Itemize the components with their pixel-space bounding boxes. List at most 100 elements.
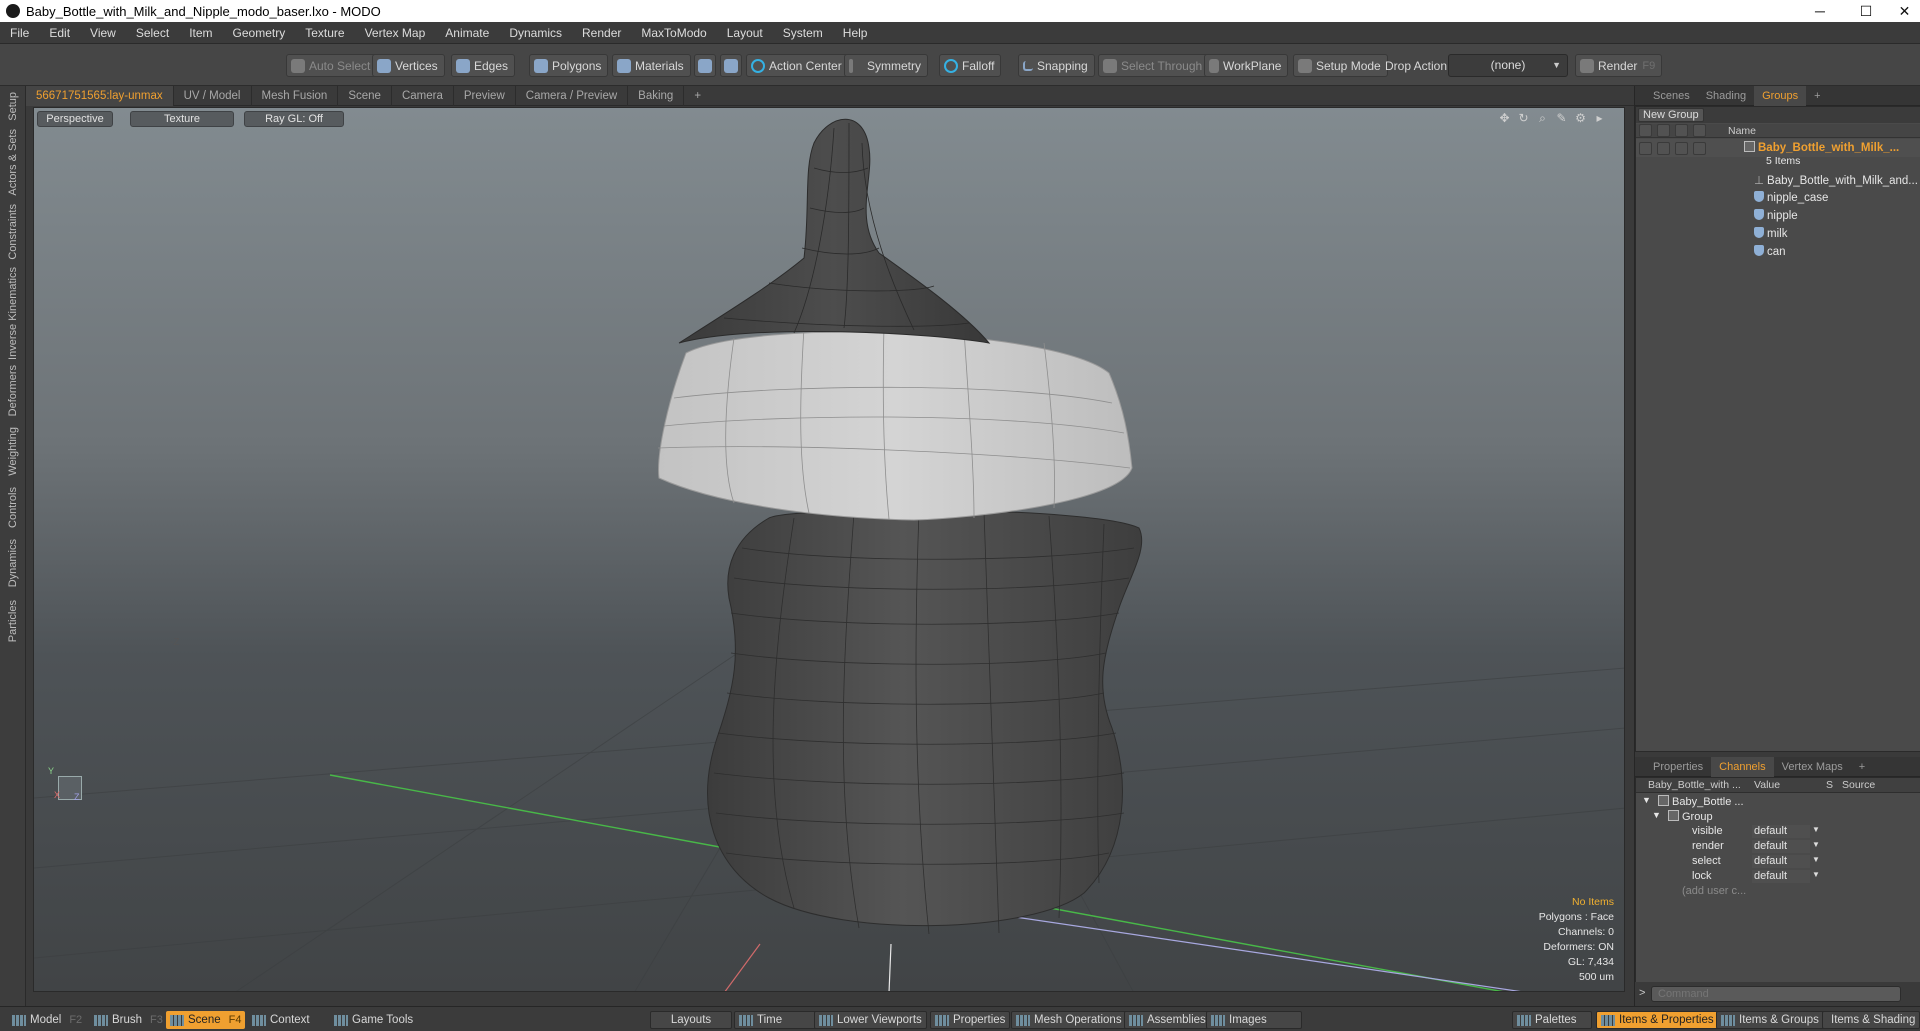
menu-maxtomodo[interactable]: MaxToModo [631, 26, 716, 40]
items-shading-button[interactable]: Items & Shading [1822, 1011, 1920, 1029]
images-button[interactable]: Images [1206, 1011, 1302, 1029]
items-properties-button[interactable]: Items & Properties [1596, 1011, 1719, 1029]
menu-help[interactable]: Help [833, 26, 878, 40]
add-panel-tab-button[interactable]: + [1851, 757, 1873, 777]
raygl-button[interactable]: Ray GL: Off [244, 111, 344, 127]
tab-preview[interactable]: Preview [454, 85, 516, 106]
items-groups-button[interactable]: Items & Groups [1716, 1011, 1824, 1029]
tab-layout-unmax[interactable]: 56671751565:lay-unmax [26, 85, 174, 106]
maximize-button[interactable]: ☐ [1843, 0, 1889, 22]
channel-row[interactable]: render default ▼ [1636, 839, 1920, 854]
add-tab-button[interactable]: + [684, 86, 711, 106]
materials-button[interactable]: Materials [612, 54, 691, 77]
list-item[interactable]: nipple_case [1636, 189, 1920, 207]
menu-animate[interactable]: Animate [435, 26, 499, 40]
channel-value[interactable]: default [1752, 870, 1810, 883]
symmetry-button[interactable]: Symmetry [844, 54, 928, 77]
gear-icon[interactable]: ⚙ [1574, 112, 1587, 125]
list-item[interactable]: milk [1636, 225, 1920, 243]
view-perspective-button[interactable]: Perspective [37, 111, 113, 127]
tab-inverse-kinematics[interactable]: Inverse Kinematics [3, 266, 23, 360]
setup-mode-button[interactable]: Setup Mode [1293, 54, 1388, 77]
menu-item[interactable]: Item [179, 26, 222, 40]
polygons-button[interactable]: Polygons [529, 54, 609, 77]
zoom-icon[interactable]: ⌕ [1536, 112, 1549, 125]
chevron-down-icon[interactable]: ▼ [1812, 870, 1820, 879]
item-mode-button[interactable] [694, 54, 716, 77]
element-mode-button[interactable] [720, 54, 742, 77]
tab-actors-sets[interactable]: Actors & Sets [3, 126, 23, 198]
channel-group-row[interactable]: ▼ Group [1636, 809, 1920, 824]
action-center-button[interactable]: Action Center [746, 54, 849, 77]
menu-file[interactable]: File [0, 26, 39, 40]
command-input[interactable] [1651, 986, 1901, 1002]
tab-vertex-maps[interactable]: Vertex Maps [1774, 757, 1851, 777]
time-button[interactable]: Time [734, 1011, 818, 1029]
menu-system[interactable]: System [773, 26, 833, 40]
tab-shading[interactable]: Shading [1698, 86, 1754, 106]
channel-value[interactable]: default [1752, 825, 1810, 838]
chevron-down-icon[interactable]: ▼ [1812, 840, 1820, 849]
tab-groups[interactable]: Groups [1754, 85, 1807, 106]
3d-viewport[interactable]: Perspective Texture Ray GL: Off ✥ ↻ ⌕ ✎ … [33, 107, 1625, 992]
assemblies-button[interactable]: Assemblies [1124, 1011, 1211, 1029]
select-through-button[interactable]: Select Through [1098, 54, 1210, 77]
pan-icon[interactable]: ✥ [1498, 112, 1511, 125]
tab-mesh-fusion[interactable]: Mesh Fusion [252, 85, 339, 106]
expand-arrow-icon[interactable]: ▸ [1593, 112, 1606, 125]
close-button[interactable]: ✕ [1889, 0, 1920, 22]
layout-game-tools-button[interactable]: Game Tools [330, 1011, 417, 1029]
chevron-down-icon[interactable]: ▼ [1812, 825, 1820, 834]
palettes-button[interactable]: Palettes [1512, 1011, 1592, 1029]
tab-particles[interactable]: Particles [3, 594, 23, 648]
shading-texture-button[interactable]: Texture [130, 111, 234, 127]
tab-controls[interactable]: Controls [3, 482, 23, 532]
menu-render[interactable]: Render [572, 26, 631, 40]
vertices-button[interactable]: Vertices [372, 54, 445, 77]
tab-uv-model[interactable]: UV / Model [174, 85, 252, 106]
auto-select-button[interactable]: Auto Select [286, 54, 378, 77]
properties-button[interactable]: Properties [930, 1011, 1011, 1029]
collapse-arrow-icon[interactable]: ▼ [1642, 795, 1651, 805]
tab-constraints[interactable]: Constraints [3, 200, 23, 264]
channel-row[interactable]: visible default ▼ [1636, 824, 1920, 839]
menu-vertex-map[interactable]: Vertex Map [355, 26, 436, 40]
edges-button[interactable]: Edges [451, 54, 516, 77]
tab-camera[interactable]: Camera [392, 85, 454, 106]
drop-action-select[interactable]: (none) ▼ [1448, 54, 1568, 77]
channel-value[interactable]: default [1752, 855, 1810, 868]
tab-scene[interactable]: Scene [338, 85, 392, 106]
collapse-arrow-icon[interactable]: ▼ [1652, 810, 1661, 820]
lock-col-icon[interactable] [1675, 124, 1688, 137]
render-button[interactable]: Render F9 [1575, 54, 1663, 77]
menu-geometry[interactable]: Geometry [223, 26, 296, 40]
add-panel-tab-button[interactable]: + [1806, 86, 1828, 106]
workplane-button[interactable]: WorkPlane [1204, 54, 1289, 77]
snapping-button[interactable]: Snapping [1018, 54, 1095, 77]
tab-dynamics[interactable]: Dynamics [3, 534, 23, 592]
channel-item-row[interactable]: ▼ Baby_Bottle ... [1636, 794, 1920, 809]
channel-value[interactable]: default [1752, 840, 1810, 853]
tab-scenes[interactable]: Scenes [1645, 86, 1698, 106]
layout-model-button[interactable]: Model F2 [8, 1011, 86, 1029]
menu-view[interactable]: View [80, 26, 126, 40]
tab-camera-preview[interactable]: Camera / Preview [516, 85, 629, 106]
lower-viewports-button[interactable]: Lower Viewports [814, 1011, 927, 1029]
channel-row[interactable]: select default ▼ [1636, 854, 1920, 869]
tab-baking[interactable]: Baking [628, 85, 685, 106]
rotate-icon[interactable]: ↻ [1517, 112, 1530, 125]
eye-icon[interactable] [1639, 124, 1652, 137]
menu-texture[interactable]: Texture [295, 26, 354, 40]
mesh-operations-button[interactable]: Mesh Operations [1011, 1011, 1127, 1029]
tab-setup[interactable]: Setup [3, 88, 23, 124]
tab-weighting[interactable]: Weighting [3, 422, 23, 480]
falloff-button[interactable]: Falloff [939, 54, 1002, 77]
menu-layout[interactable]: Layout [717, 26, 773, 40]
list-item[interactable]: ⊥ Baby_Bottle_with_Milk_and... [1636, 171, 1920, 189]
tab-deformers[interactable]: Deformers [3, 362, 23, 420]
select-col-icon[interactable] [1693, 124, 1706, 137]
list-item[interactable]: can [1636, 243, 1920, 261]
chevron-down-icon[interactable]: ▼ [1812, 855, 1820, 864]
layout-context-button[interactable]: Context [248, 1011, 314, 1029]
layout-brush-button[interactable]: Brush F3 [90, 1011, 167, 1029]
